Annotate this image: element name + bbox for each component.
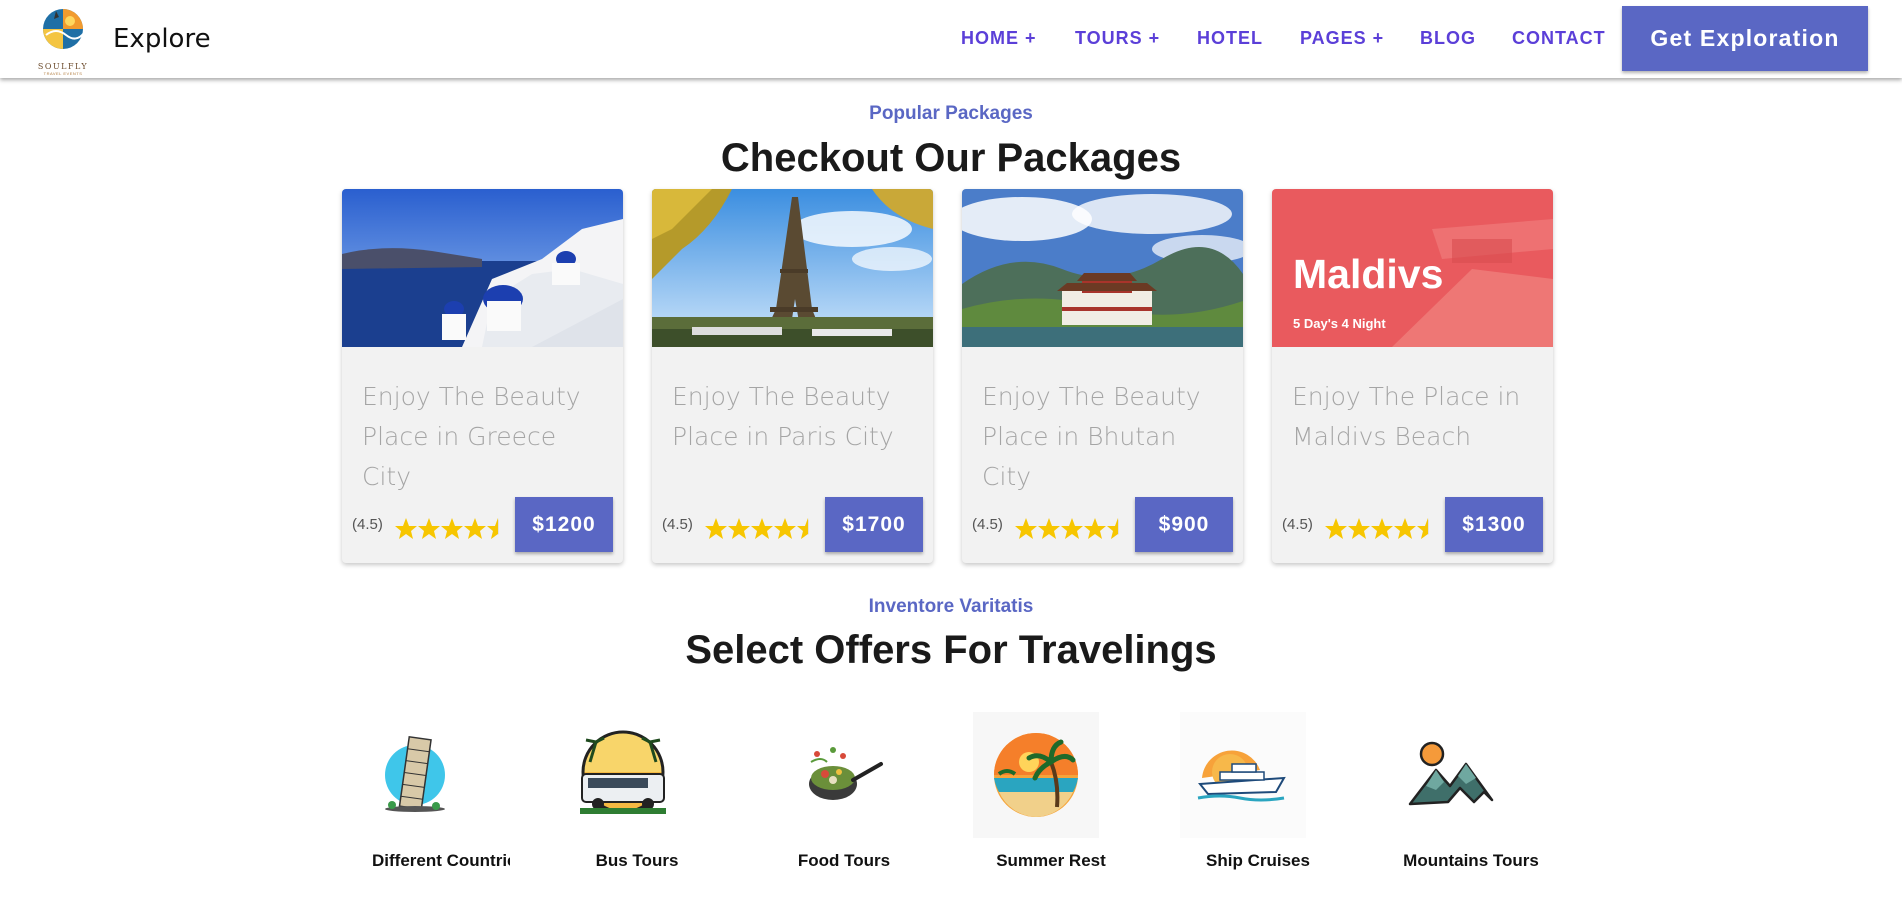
nav-tours[interactable]: TOURS + [1075,28,1160,49]
bhutan-image [962,189,1243,347]
star-icon [395,518,499,539]
leaning-tower-icon[interactable] [352,712,478,838]
offer-label-food-tours[interactable]: Food Tours [754,851,934,871]
offer-label-summer-rest[interactable]: Summer Rest [961,851,1141,871]
package-card-greece[interactable]: Enjoy The Beauty Place in Greece City (4… [342,189,623,563]
rating-value: (4.5) [972,516,1003,533]
packages-title: Checkout Our Packages [720,136,1182,180]
star-icon [1325,518,1429,539]
food-pan-icon[interactable] [781,712,907,838]
offer-label-different-countries[interactable]: Different Countries [350,851,510,871]
package-description: Enjoy The Beauty Place in Bhutan City [982,382,1201,491]
nav-pages[interactable]: PAGES + [1300,28,1384,49]
site-header: SOULFLY TRAVEL EVENTS Explore HOME + TOU… [0,0,1902,78]
rating-stars [704,516,809,544]
star-icon [1015,518,1119,539]
price-button[interactable]: $1300 [1445,497,1543,552]
rating-value: (4.5) [1282,516,1313,533]
package-card-bhutan[interactable]: Enjoy The Beauty Place in Bhutan City (4… [962,189,1243,563]
nav-home[interactable]: HOME + [961,28,1037,49]
offer-label-bus-tours[interactable]: Bus Tours [547,851,727,871]
price-button[interactable]: $1700 [825,497,923,552]
nav-hotel[interactable]: HOTEL [1197,28,1263,49]
price-button[interactable]: $900 [1135,497,1233,552]
packages-eyebrow: Popular Packages [869,103,1033,124]
logo[interactable]: SOULFLY TRAVEL EVENTS [26,5,100,76]
rating-value: (4.5) [352,516,383,533]
logo-subtext: TRAVEL EVENTS [43,71,83,76]
brand-name[interactable]: Explore [113,24,211,54]
package-description: Enjoy The Place in Maldivs Beach [1292,382,1521,451]
rating-stars [1324,516,1429,544]
maldivs-overlay-title: Maldivs [1293,251,1444,297]
rating-stars [1014,516,1119,544]
bus-icon[interactable] [560,712,686,838]
cruise-ship-icon[interactable] [1180,712,1306,838]
paris-image [652,189,933,347]
star-icon [705,518,809,539]
offers-eyebrow: Inventore Varitatis [868,596,1034,617]
offer-label-mountains-tours[interactable]: Mountains Tours [1381,851,1561,871]
beach-palm-icon[interactable] [973,712,1099,838]
package-card-maldivs[interactable]: Maldivs 5 Day's 4 Night Enjoy The Place … [1272,189,1553,563]
package-description: Enjoy The Beauty Place in Paris City [672,382,894,451]
offers-title: Select Offers For Travelings [685,628,1217,672]
get-exploration-button[interactable]: Get Exploration [1622,6,1868,71]
rating-stars [394,516,499,544]
mountains-icon[interactable] [1388,712,1514,838]
price-button[interactable]: $1200 [515,497,613,552]
maldivs-image: Maldivs 5 Day's 4 Night [1272,189,1553,347]
nav-contact[interactable]: CONTACT [1512,28,1606,49]
maldivs-overlay-subtitle: 5 Day's 4 Night [1293,316,1386,331]
logo-text: SOULFLY [37,62,89,71]
greece-image [342,189,623,347]
package-card-paris[interactable]: Enjoy The Beauty Place in Paris City (4.… [652,189,933,563]
offer-label-ship-cruises[interactable]: Ship Cruises [1168,851,1348,871]
nav-blog[interactable]: BLOG [1420,28,1476,49]
package-description: Enjoy The Beauty Place in Greece City [362,382,581,491]
logo-icon [43,9,85,49]
rating-value: (4.5) [662,516,693,533]
